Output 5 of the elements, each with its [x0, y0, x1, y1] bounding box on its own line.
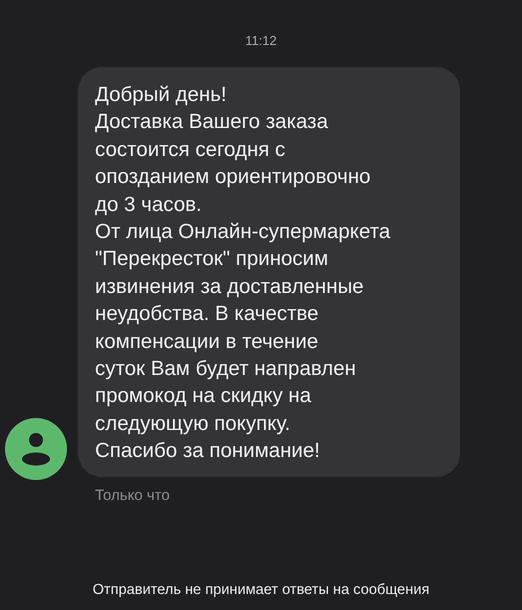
avatar-icon: [5, 418, 67, 480]
message-status: Только что: [95, 486, 171, 504]
reply-notice: Отправитель не принимает ответы на сообщения: [92, 582, 430, 598]
message-bubble: Добрый день! Доставка Вашего заказа состоится сегодня с опозданием ориентировочно до 3 часов. От лица Онлайн-супермаркета "Перекресток" приносим извинения за доставленные неудобства. В качестве компенсации в течение суток Вам будет направлен промокод на скидку на следующую покупку. Спасибо за понимание!: [78, 67, 460, 477]
message-time: 11:12: [245, 33, 277, 48]
